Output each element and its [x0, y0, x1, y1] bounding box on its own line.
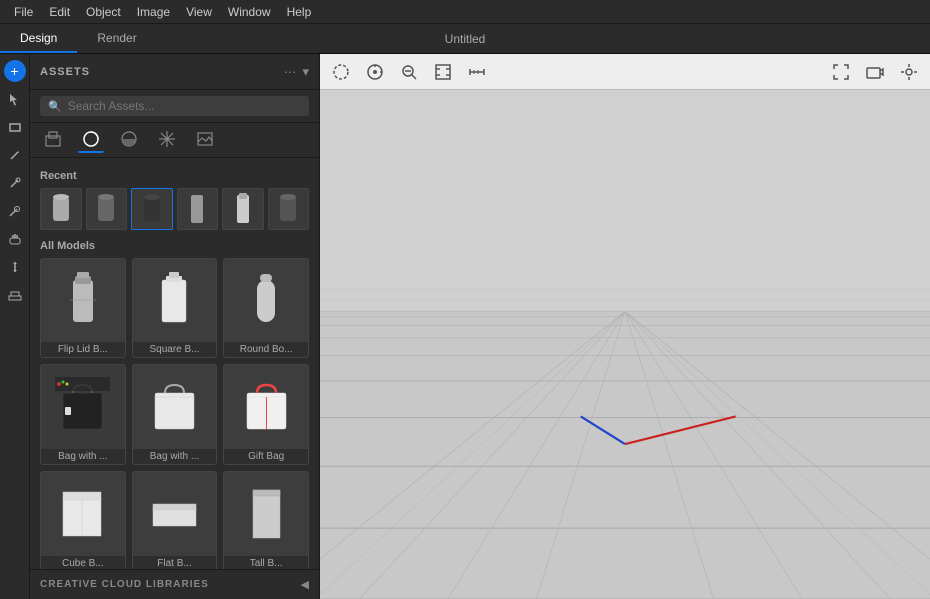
pen-tool-icon[interactable]: [4, 144, 26, 166]
model-cube-box-label: Cube B...: [41, 556, 125, 570]
model-gift-bag[interactable]: Gift Bag: [223, 364, 309, 465]
vp-zoom-out-tool[interactable]: [396, 59, 422, 85]
model-flat-box[interactable]: Flat B...: [132, 471, 218, 569]
menu-view[interactable]: View: [178, 3, 220, 21]
model-round-bottle-label: Round Bo...: [224, 342, 308, 357]
cc-libraries-arrow[interactable]: ◀: [301, 578, 309, 591]
assets-panel: ASSETS ··· ▾ 🔍: [30, 54, 320, 599]
model-tall-box-image: [224, 472, 308, 556]
assets-content: Recent: [30, 158, 319, 569]
assets-title: ASSETS: [40, 66, 90, 78]
menu-bar: File Edit Object Image View Window Help: [0, 0, 930, 24]
recent-section-label: Recent: [40, 170, 309, 182]
window-title: Untitled: [445, 32, 486, 46]
recent-grid: [40, 188, 309, 230]
assets-dropdown-icon[interactable]: ▾: [302, 64, 309, 80]
model-tall-box[interactable]: Tall B...: [223, 471, 309, 569]
recent-item-4[interactable]: [177, 188, 219, 230]
menu-file[interactable]: File: [6, 3, 41, 21]
model-bag-dark-image: [41, 365, 125, 449]
tools-sidebar: +: [0, 54, 30, 599]
search-input-wrapper: 🔍: [40, 96, 309, 116]
recent-item-3[interactable]: [131, 188, 173, 230]
transform-tool-icon[interactable]: [4, 256, 26, 278]
add-tool-icon[interactable]: +: [4, 60, 26, 82]
cat-lights-icon[interactable]: [116, 127, 142, 153]
cat-environment-icon[interactable]: [154, 127, 180, 153]
vp-measure-tool[interactable]: [464, 59, 490, 85]
recent-item-2[interactable]: [86, 188, 128, 230]
model-bag-light[interactable]: Bag with ...: [132, 364, 218, 465]
recent-item-6[interactable]: [268, 188, 310, 230]
search-input[interactable]: [68, 99, 301, 113]
viewport: [320, 54, 930, 599]
model-flip-lid-image: [41, 259, 125, 343]
model-flip-lid[interactable]: Flip Lid B...: [40, 258, 126, 359]
cat-materials-icon[interactable]: [78, 127, 104, 153]
menu-window[interactable]: Window: [220, 3, 279, 21]
menu-object[interactable]: Object: [78, 3, 129, 21]
model-gift-bag-label: Gift Bag: [224, 449, 308, 464]
recent-item-5[interactable]: [222, 188, 264, 230]
select-tool-icon[interactable]: [4, 88, 26, 110]
model-cube-box[interactable]: Cube B...: [40, 471, 126, 569]
model-grid: Flip Lid B... Square B... Round Bo...: [40, 258, 309, 570]
model-bag-dark-label: Bag with ...: [41, 449, 125, 464]
menu-help[interactable]: Help: [279, 3, 320, 21]
search-icon: 🔍: [48, 100, 62, 113]
recent-item-1[interactable]: [40, 188, 82, 230]
model-gift-bag-image: [224, 365, 308, 449]
model-bag-light-image: [133, 365, 217, 449]
model-bag-dark[interactable]: Bag with ...: [40, 364, 126, 465]
search-bar: 🔍: [30, 90, 319, 123]
model-tall-box-label: Tall B...: [224, 556, 308, 570]
vp-circle-select-tool[interactable]: [328, 59, 354, 85]
menu-edit[interactable]: Edit: [41, 3, 78, 21]
model-square-bottle[interactable]: Square B...: [132, 258, 218, 359]
model-flat-box-image: [133, 472, 217, 556]
grid-floor: [320, 90, 930, 599]
tab-bar: Design Render Untitled: [0, 24, 930, 54]
floor-tool-icon[interactable]: [4, 284, 26, 306]
model-square-bottle-label: Square B...: [133, 342, 217, 357]
cc-libraries-label: CREATIVE CLOUD LIBRARIES: [40, 579, 209, 590]
main-content: + ASSETS ··· ▾: [0, 54, 930, 599]
vp-fullscreen-tool[interactable]: [828, 59, 854, 85]
vp-settings-tool[interactable]: [896, 59, 922, 85]
menu-image[interactable]: Image: [129, 3, 178, 21]
model-round-bottle-image: [224, 259, 308, 343]
category-bar: [30, 123, 319, 158]
model-square-bottle-image: [133, 259, 217, 343]
vp-camera-tool[interactable]: [862, 59, 888, 85]
hand-tool-icon[interactable]: [4, 228, 26, 250]
assets-header: ASSETS ··· ▾: [30, 54, 319, 90]
viewport-toolbar: [320, 54, 930, 90]
cat-models-icon[interactable]: [40, 127, 66, 153]
model-flip-lid-label: Flip Lid B...: [41, 342, 125, 357]
all-models-section-label: All Models: [40, 240, 309, 252]
magic-tool-icon[interactable]: [4, 172, 26, 194]
assets-actions[interactable]: ··· ▾: [283, 64, 309, 80]
eyedropper-tool-icon[interactable]: [4, 200, 26, 222]
vp-frame-tool[interactable]: [430, 59, 456, 85]
cc-libraries-footer[interactable]: CREATIVE CLOUD LIBRARIES ◀: [30, 569, 319, 599]
model-cube-box-image: [41, 472, 125, 556]
tab-design[interactable]: Design: [0, 25, 77, 53]
cat-images-icon[interactable]: [192, 127, 218, 153]
vp-orbit-tool[interactable]: [362, 59, 388, 85]
tab-render[interactable]: Render: [77, 25, 156, 53]
rect-tool-icon[interactable]: [4, 116, 26, 138]
assets-more-icon[interactable]: ···: [283, 64, 296, 79]
model-round-bottle[interactable]: Round Bo...: [223, 258, 309, 359]
model-flat-box-label: Flat B...: [133, 556, 217, 569]
model-bag-light-label: Bag with ...: [133, 449, 217, 464]
